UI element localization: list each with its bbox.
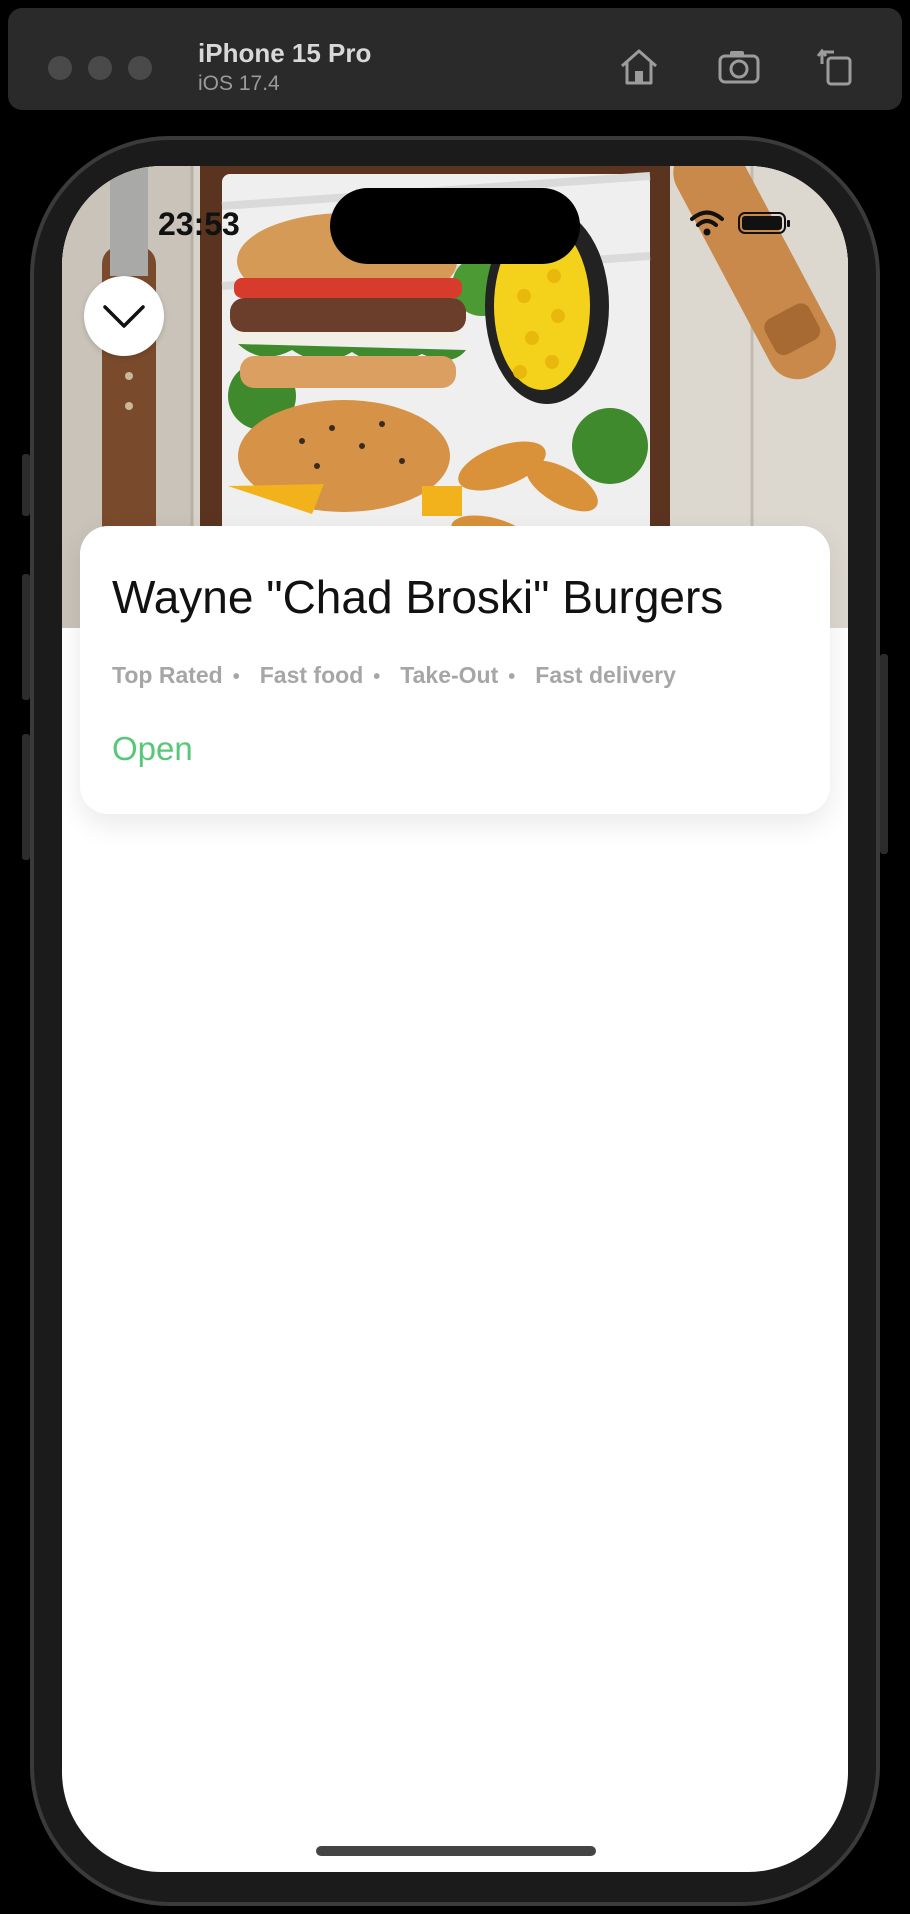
power-button [880,654,888,854]
zoom-window-button[interactable] [128,56,152,80]
dynamic-island [330,188,580,264]
volume-down-button [22,734,30,860]
volume-up-button [22,574,30,700]
minimize-window-button[interactable] [88,56,112,80]
simulator-toolbar: iPhone 15 Pro iOS 17.4 [8,8,902,110]
close-window-button[interactable] [48,56,72,80]
screenshot-icon [718,51,760,84]
restaurant-tags: Top Rated • Fast food • Take-Out • Fast del… [112,662,696,689]
battery-icon [738,212,790,234]
open-status: Open [112,730,193,767]
wifi-icon [690,210,724,236]
tag-item: Take-Out • [400,662,516,688]
os-version: iOS 17.4 [198,72,280,95]
app-screen: 23:53 Wayne "Chad Broski" Burgers Top Ra… [62,166,848,1872]
rotate-icon [816,48,852,86]
chevron-down-icon [103,305,145,328]
home-indicator[interactable] [316,1846,596,1856]
dismiss-button[interactable] [84,276,164,356]
tag-item: Top Rated • [112,662,240,688]
home-button[interactable] [616,44,662,90]
status-time: 23:53 [158,206,240,242]
tag-item: Fast delivery [535,662,676,688]
rotate-button[interactable] [814,44,860,90]
restaurant-name: Wayne "Chad Broski" Burgers [112,571,724,623]
tag-item: Fast food • [259,662,381,688]
silent-switch [22,454,30,516]
device-name: iPhone 15 Pro [198,38,372,68]
screenshot-button[interactable] [716,44,762,90]
home-icon [621,49,657,85]
restaurant-info-card: Wayne "Chad Broski" Burgers Top Rated • F… [80,526,830,814]
status-icons [690,210,790,236]
